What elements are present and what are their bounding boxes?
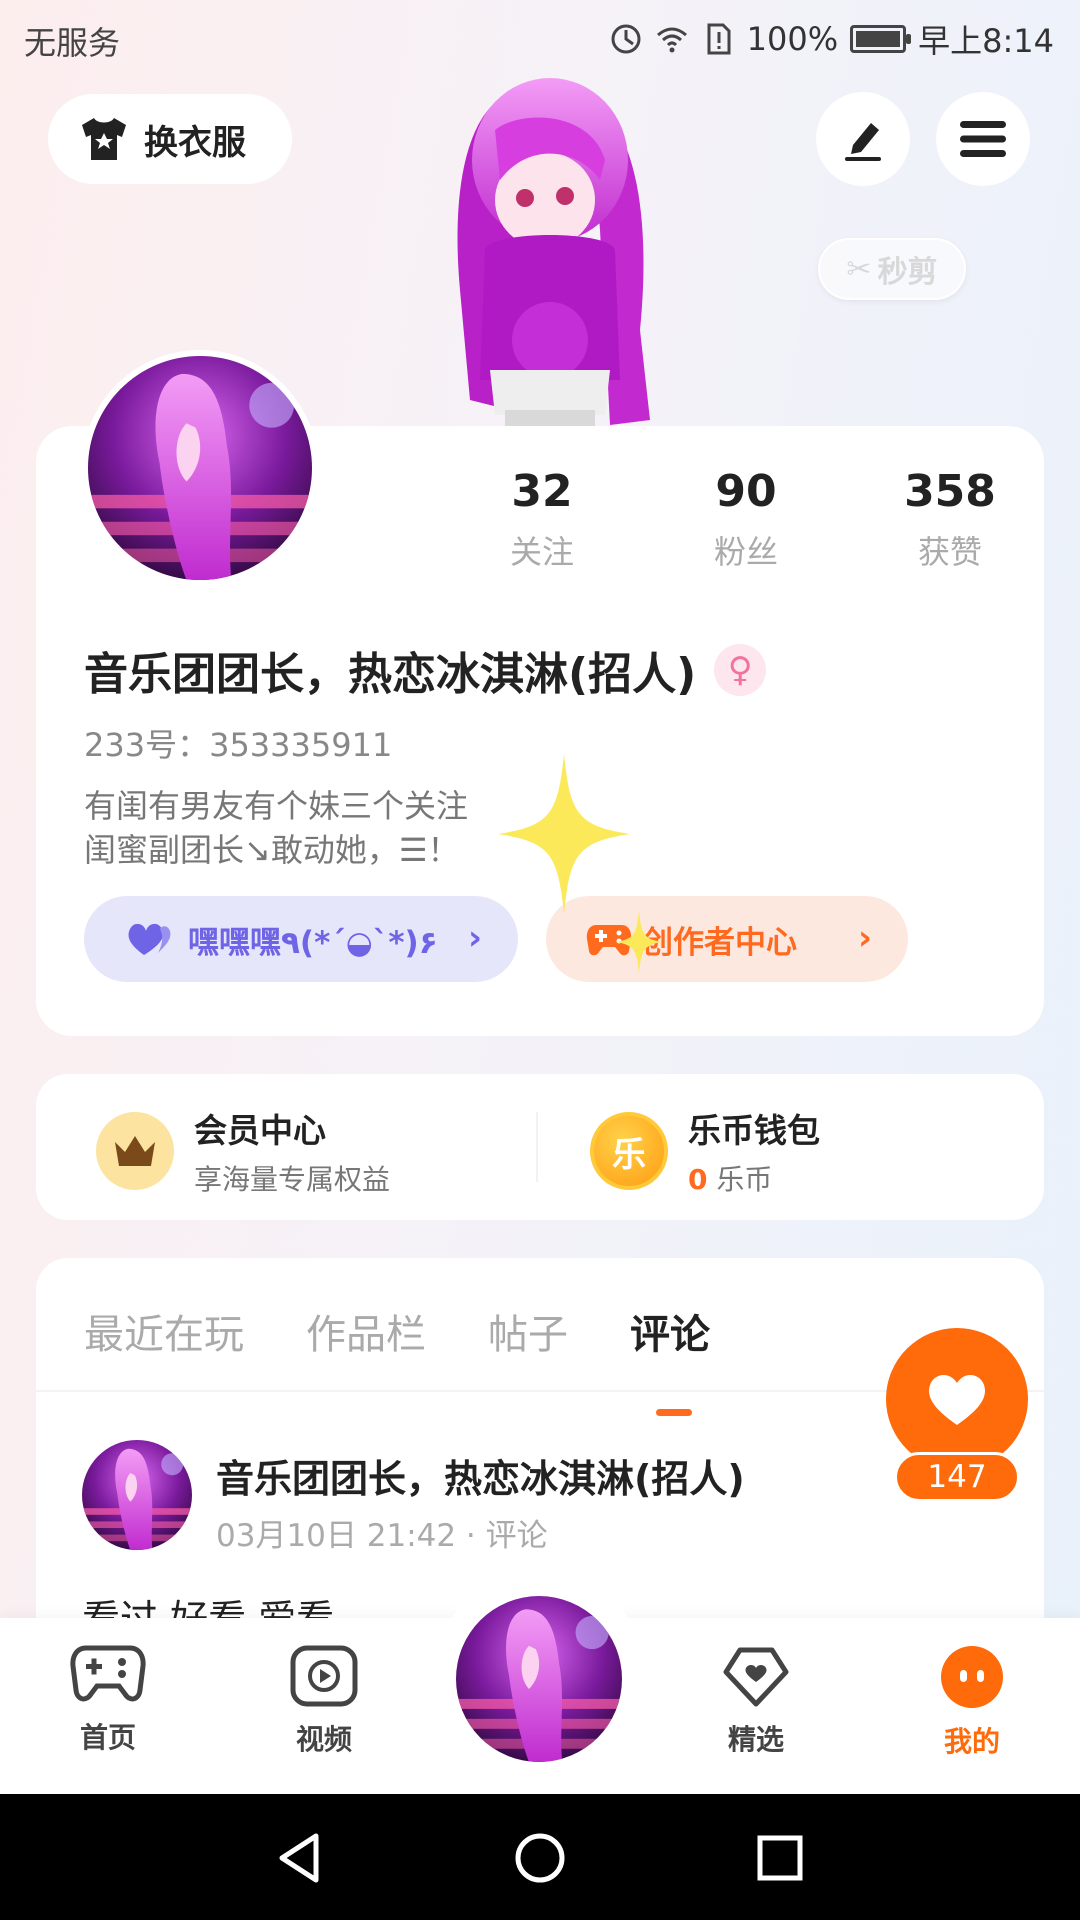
profile-bio: 有闺有男友有个妹三个关注 闺蜜副团长↘敢动她，☰！ — [84, 784, 468, 872]
nav-home[interactable]: 首页 — [38, 1644, 178, 1756]
nav-video-label: 视频 — [295, 1723, 352, 1756]
vip-wallet-card: 会员中心 享海量专属权益 乐 乐币钱包 0 乐币 — [36, 1074, 1044, 1220]
hamburger-menu-icon — [960, 121, 1006, 157]
bio-line-1: 有闺有男友有个妹三个关注 — [84, 787, 469, 825]
nav-center-avatar-button[interactable] — [456, 1596, 622, 1762]
clock: 早上8:14 — [918, 22, 1054, 60]
recents-icon[interactable] — [752, 1830, 808, 1886]
mine-face-icon — [941, 1646, 1003, 1708]
stat-fans[interactable]: 90 粉丝 — [644, 466, 848, 573]
quick-clip-label: 秒剪 — [877, 255, 938, 290]
battery-fill — [856, 31, 901, 47]
tab-comments[interactable]: 评论 — [630, 1302, 710, 1416]
gamepad-icon — [70, 1645, 146, 1702]
profile-avatar[interactable] — [82, 350, 318, 586]
profile-stats: 32 关注 90 粉丝 358 获赞 — [440, 466, 1052, 573]
crown-icon — [96, 1112, 174, 1190]
nav-mine[interactable]: 我的 — [902, 1644, 1042, 1760]
back-icon[interactable] — [272, 1830, 328, 1886]
stat-following-label: 关注 — [509, 533, 574, 571]
sim-alert-icon — [707, 23, 731, 55]
nav-featured[interactable]: 精选 — [686, 1644, 826, 1758]
tab-posts[interactable]: 帖子 — [488, 1302, 568, 1360]
wifi-icon — [656, 27, 687, 53]
carrier-label: 无服务 — [24, 24, 121, 62]
nickname-text: 音乐团团长，热恋冰淇淋(招人) — [84, 649, 697, 700]
comment-meta: 03月10日 21:42 · 评论 — [216, 1518, 548, 1554]
avatar-image — [456, 1596, 622, 1762]
stat-fans-label: 粉丝 — [713, 533, 778, 571]
stat-fans-value: 90 — [715, 466, 777, 517]
tab-comments-label: 评论 — [630, 1312, 710, 1358]
member-center-subtitle: 享海量专属权益 — [194, 1163, 391, 1196]
comment-author-avatar[interactable] — [82, 1440, 192, 1550]
change-outfit-button[interactable]: 换衣服 — [48, 94, 292, 184]
heart-icon — [929, 1374, 985, 1425]
battery-icon — [850, 25, 912, 53]
stat-likes[interactable]: 358 获赞 — [848, 466, 1052, 573]
tab-works[interactable]: 作品栏 — [306, 1302, 426, 1360]
heart-badge-icon — [723, 1647, 789, 1707]
profile-tabs: 最近在玩 作品栏 帖子 评论 — [84, 1302, 710, 1416]
edit-profile-button[interactable] — [816, 92, 910, 186]
status-icons: 100% 早上8:14 — [609, 16, 1054, 62]
video-play-icon — [290, 1645, 358, 1707]
character-figure — [457, 78, 650, 430]
sparkle-decoration-icon — [498, 754, 630, 914]
female-gender-icon: ♀ — [714, 644, 767, 696]
scissors-icon: ✂ — [846, 251, 872, 287]
profile-nickname: 音乐团团长，热恋冰淇淋(招人) ♀ — [84, 638, 767, 702]
nav-home-label: 首页 — [79, 1721, 136, 1754]
avatar-image — [82, 1440, 192, 1550]
double-heart-icon — [128, 923, 171, 955]
coin-wallet-title: 乐币钱包 — [688, 1111, 820, 1150]
system-nav-bar — [0, 1794, 1080, 1920]
avatar-image — [88, 356, 312, 580]
status-bar: 无服务 100% 早上8:14 — [0, 0, 1080, 78]
comment-author-name[interactable]: 音乐团团长，热恋冰淇淋(招人) — [216, 1448, 745, 1503]
nav-featured-label: 精选 — [727, 1723, 784, 1756]
active-tab-indicator — [656, 1409, 692, 1416]
floating-like-button[interactable] — [886, 1328, 1028, 1470]
menu-button[interactable] — [936, 92, 1030, 186]
nav-mine-label: 我的 — [943, 1725, 1000, 1758]
bio-line-2: 闺蜜副团长↘敢动她，☰！ — [84, 831, 460, 869]
quick-clip-button[interactable]: ✂ 秒剪 — [818, 238, 966, 300]
coin-glyph: 乐 — [612, 1134, 646, 1175]
stat-following-value: 32 — [511, 466, 573, 517]
home-icon[interactable] — [512, 1830, 568, 1886]
nav-video[interactable]: 视频 — [254, 1644, 394, 1758]
data-saver-icon — [611, 24, 641, 54]
creator-center-label: 创作者中心 — [642, 924, 797, 961]
user-id: 233号：353335911 — [84, 726, 393, 764]
change-outfit-label: 换衣服 — [144, 122, 246, 163]
coin-balance-unit: 乐币 — [716, 1163, 773, 1196]
pen-icon — [845, 123, 881, 161]
sparkle-small-icon — [616, 910, 662, 974]
member-center-title: 会员中心 — [194, 1111, 326, 1150]
coin-wallet-balance: 0 乐币 — [688, 1158, 820, 1198]
club-chip[interactable]: 嘿嘿嘿٩(*´◒`*)۶ › — [84, 896, 518, 982]
coin-icon: 乐 — [590, 1112, 668, 1190]
tshirt-icon — [82, 118, 126, 160]
stat-following[interactable]: 32 关注 — [440, 466, 644, 573]
member-center-entry[interactable]: 会员中心 享海量专属权益 — [96, 1104, 390, 1198]
chevron-right-icon: › — [857, 918, 872, 958]
stat-likes-label: 获赞 — [917, 533, 982, 571]
chevron-right-icon: › — [467, 918, 482, 958]
like-count-badge: 147 — [894, 1452, 1020, 1502]
tab-recently-played[interactable]: 最近在玩 — [84, 1302, 244, 1360]
club-chip-label: 嘿嘿嘿٩(*´◒`*)۶ — [188, 924, 438, 961]
coin-balance-value: 0 — [688, 1163, 708, 1196]
stat-likes-value: 358 — [904, 466, 996, 517]
vip-divider — [536, 1112, 538, 1182]
coin-wallet-entry[interactable]: 乐 乐币钱包 0 乐币 — [590, 1104, 820, 1198]
battery-percent: 100% — [746, 20, 839, 58]
